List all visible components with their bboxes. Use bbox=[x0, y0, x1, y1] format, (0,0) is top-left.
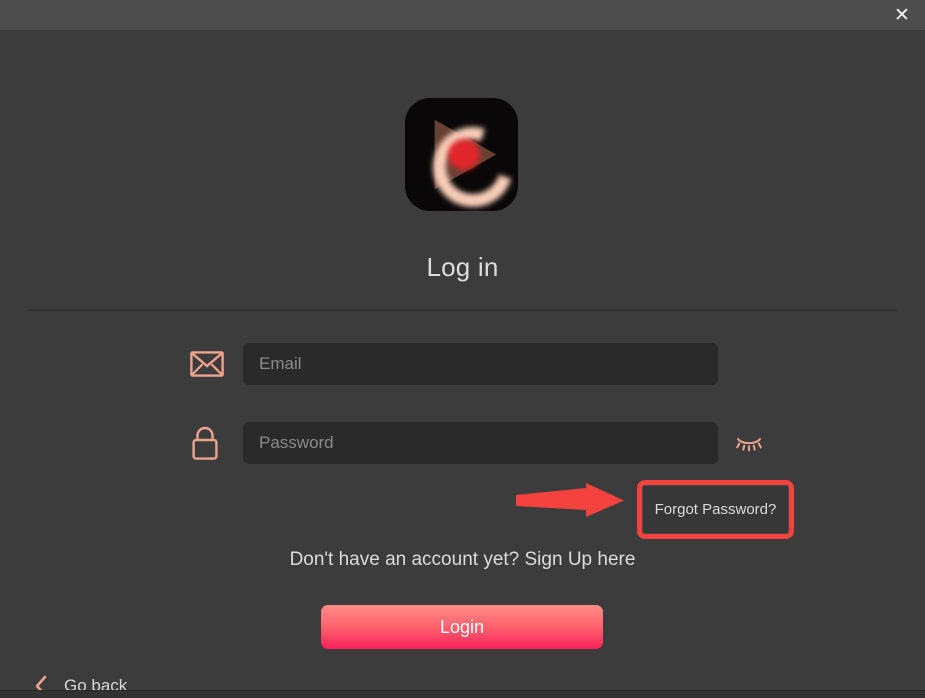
window-bottom-edge bbox=[0, 690, 925, 698]
app-play-logo-icon bbox=[405, 98, 518, 211]
login-button[interactable]: Login bbox=[321, 605, 603, 649]
eye-closed-icon[interactable] bbox=[732, 426, 766, 460]
login-window: ✕ Log in Email Forgot Password? Don't ha… bbox=[0, 0, 925, 698]
padlock-icon bbox=[190, 422, 228, 464]
app-logo bbox=[405, 98, 518, 211]
close-icon[interactable]: ✕ bbox=[879, 0, 925, 30]
email-input[interactable] bbox=[243, 343, 718, 385]
forgot-password-button[interactable]: Forgot Password? bbox=[642, 485, 789, 534]
password-input[interactable] bbox=[243, 422, 718, 464]
section-divider bbox=[28, 309, 897, 311]
signup-link[interactable]: Don't have an account yet? Sign Up here bbox=[0, 549, 925, 571]
password-row bbox=[190, 422, 766, 464]
envelope-icon bbox=[190, 343, 228, 385]
email-row bbox=[190, 343, 718, 385]
login-content: Log in Email Forgot Password? Don't have… bbox=[0, 30, 925, 697]
page-title: Log in bbox=[426, 252, 499, 282]
logo-dot-shape bbox=[448, 139, 480, 170]
annotation-arrow-icon bbox=[516, 483, 624, 519]
title-bar: ✕ bbox=[0, 0, 925, 30]
